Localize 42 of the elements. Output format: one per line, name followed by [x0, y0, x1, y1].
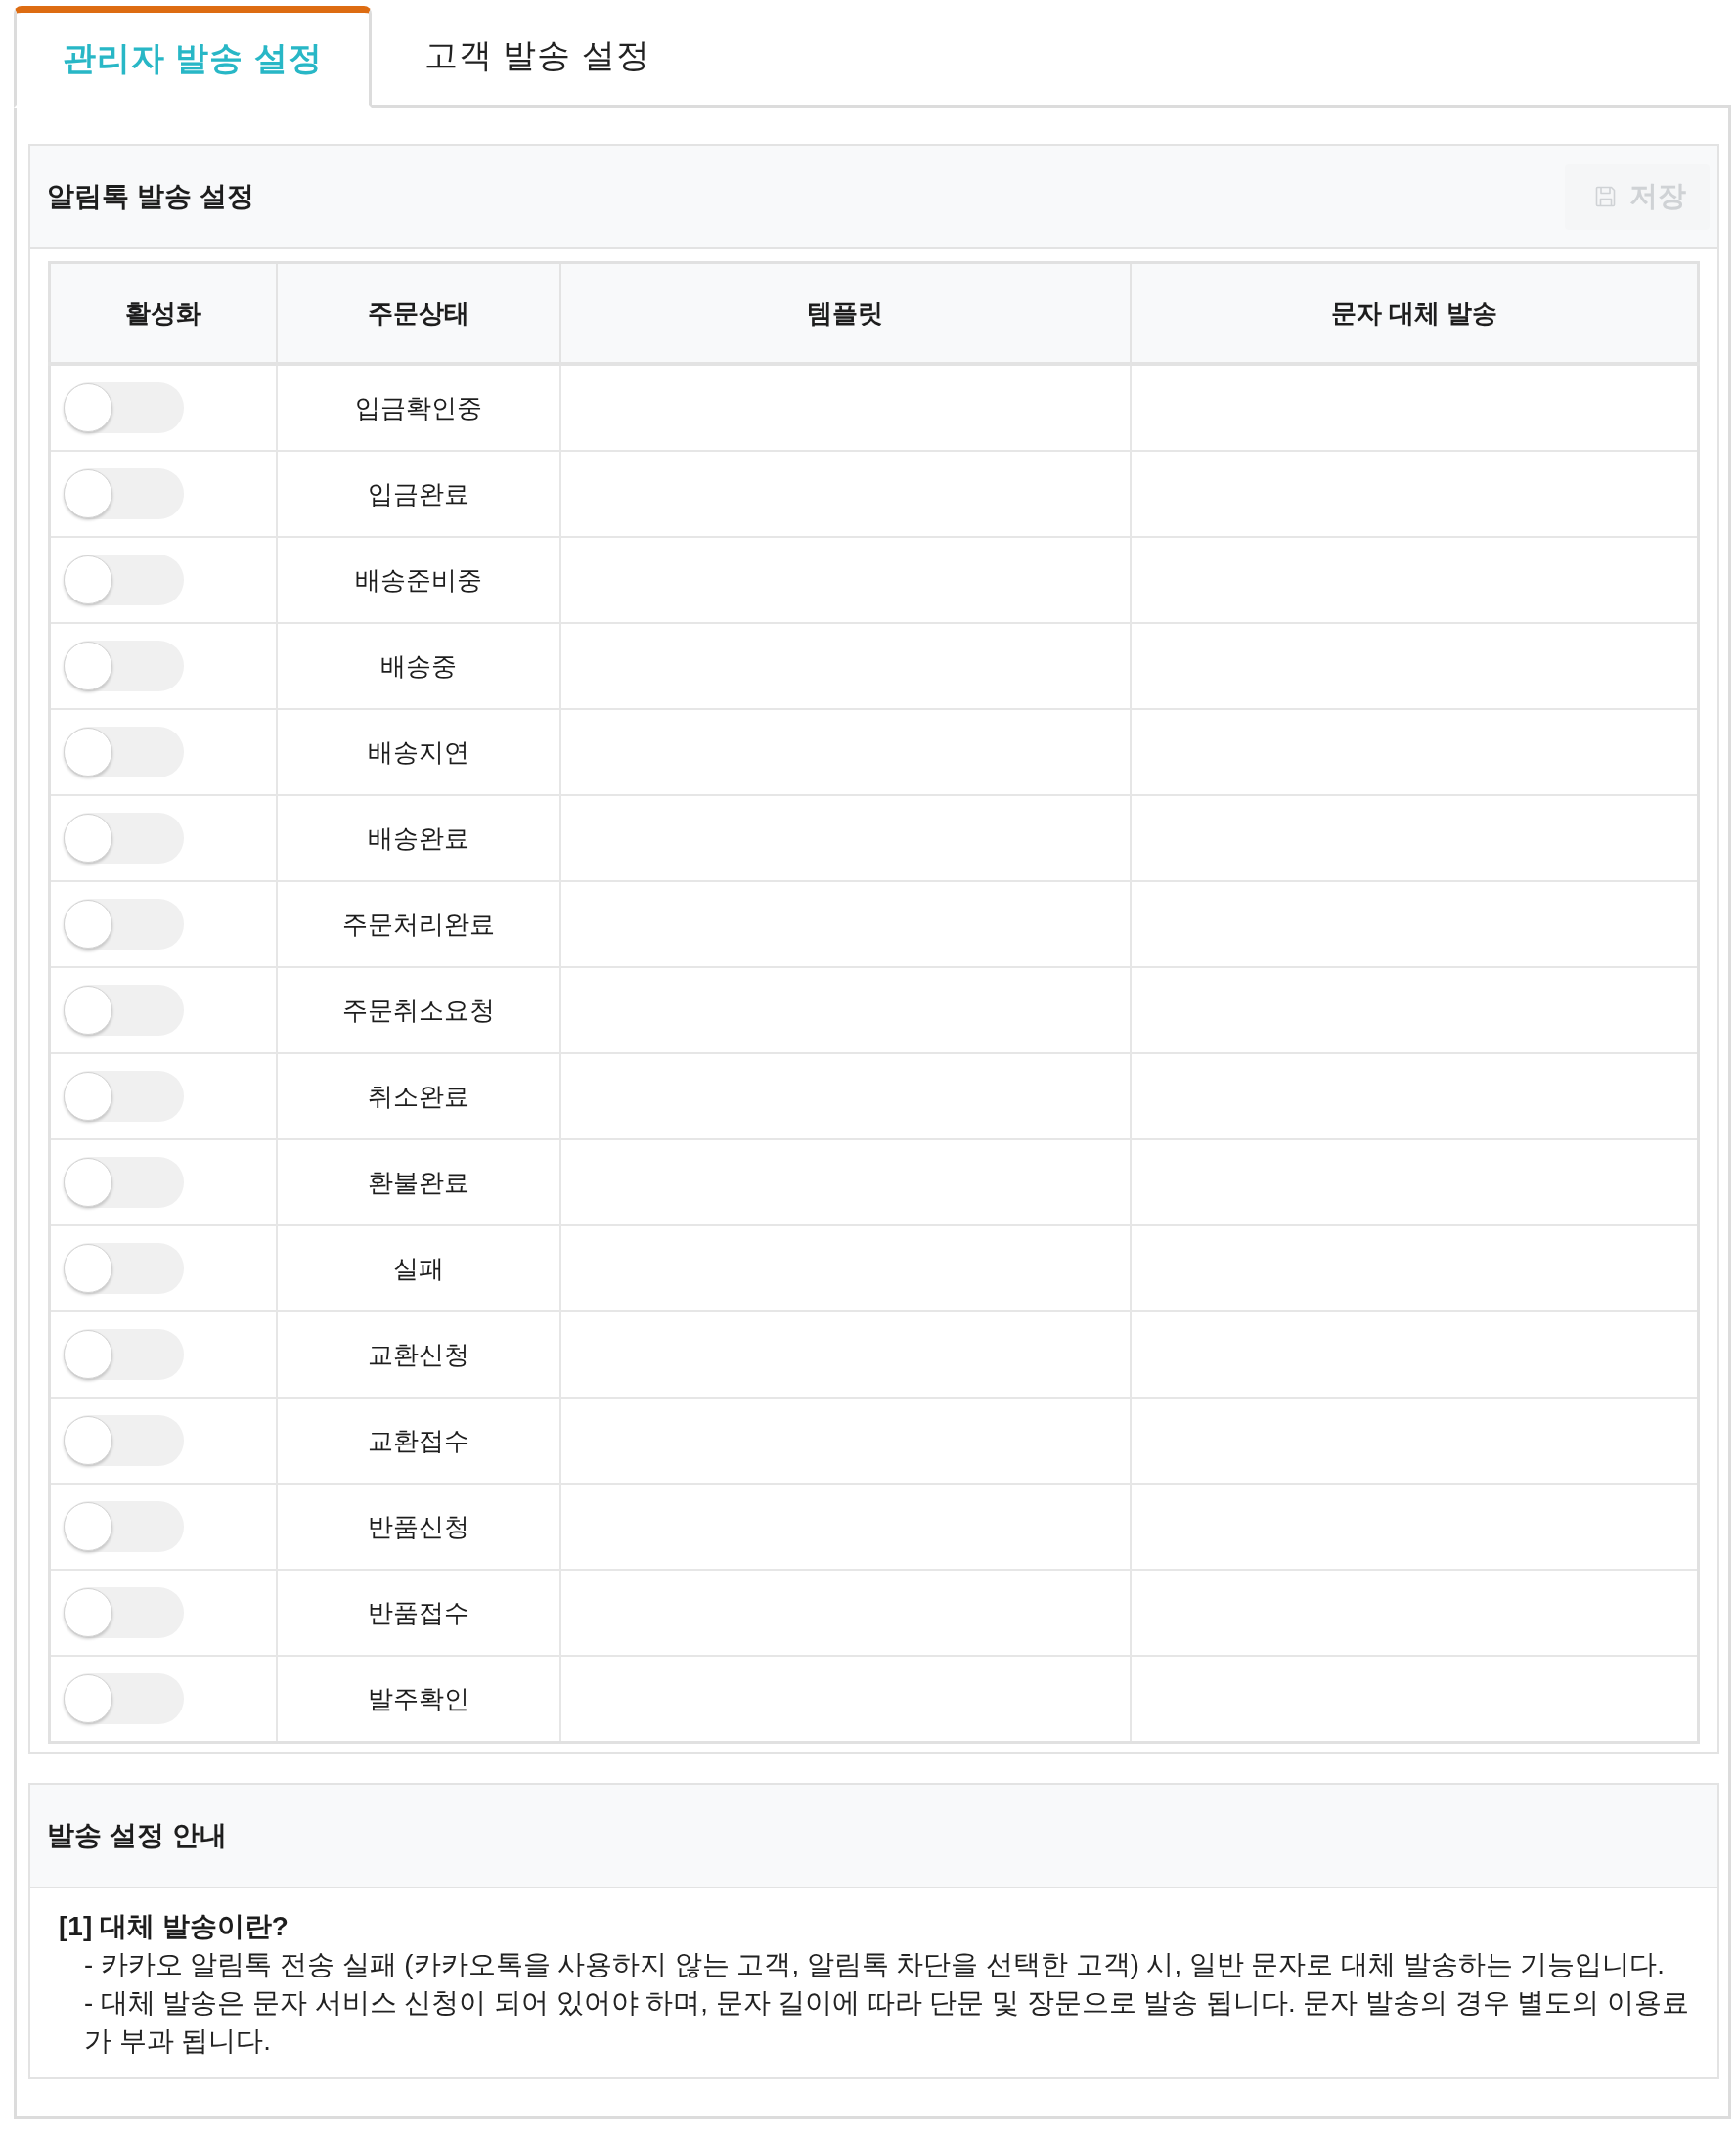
table-cell: 취소완료	[276, 1053, 561, 1139]
toggle-switch[interactable]	[64, 813, 184, 864]
table-cell: 교환신청	[276, 1311, 561, 1398]
table-cell: 입금확인중	[276, 364, 561, 451]
toggle-switch[interactable]	[64, 641, 184, 691]
toggle-switch[interactable]	[64, 727, 184, 777]
column-header: 활성화	[49, 262, 277, 364]
panel-title: 발송 설정 안내	[47, 1819, 227, 1852]
toggle-switch[interactable]	[64, 985, 184, 1036]
table-cell: 실패	[276, 1225, 561, 1311]
guide-text: - 대체 발송은 문자 서비스 신청이 되어 있어야 하며, 문자 길이에 따라 단문 및 장문으로 발송 됩니다. 문자 발송의 경우 별도의 이용료가 부과 됩니다.	[83, 1986, 1690, 2058]
table-cell: 주문취소요청	[276, 967, 561, 1053]
save-icon	[1594, 185, 1618, 208]
toggle-switch[interactable]	[64, 382, 184, 433]
table-cell: 배송완료	[276, 795, 561, 881]
column-header: 템플릿	[560, 262, 1131, 364]
table-cell: 배송준비중	[276, 537, 561, 623]
table-cell: 반품신청	[276, 1484, 561, 1570]
table-cell: 교환접수	[276, 1398, 561, 1484]
toggle-switch[interactable]	[64, 1157, 184, 1208]
toggle-switch[interactable]	[64, 1587, 184, 1638]
table-cell: 환불완료	[276, 1139, 561, 1225]
table-cell: 주문처리완료	[276, 881, 561, 967]
toggle-switch[interactable]	[64, 1501, 184, 1552]
toggle-switch[interactable]	[64, 1673, 184, 1724]
panel-title: 알림톡 발송 설정	[47, 180, 254, 213]
table-cell: 반품접수	[276, 1570, 561, 1656]
guide-heading: [1] 대체 발송이란?	[59, 1910, 289, 1943]
table-cell: 배송지연	[276, 709, 561, 795]
guide-text: - 카카오 알림톡 전송 실패 (카카오톡을 사용하지 않는 고객, 알림톡 차단을 선택한 고객) 시, 일반 문자로 대체 발송하는 기능입니다.	[83, 1948, 1666, 1981]
toggle-switch[interactable]	[64, 468, 184, 519]
table-cell: 입금완료	[276, 451, 561, 537]
toggle-switch[interactable]	[64, 555, 184, 605]
table-cell: 배송중	[276, 623, 561, 709]
toggle-switch[interactable]	[64, 899, 184, 950]
toggle-switch[interactable]	[64, 1071, 184, 1122]
tab[interactable]: 관리자 발송 설정	[14, 6, 372, 108]
toggle-switch[interactable]	[64, 1243, 184, 1294]
column-header: 주문상태	[276, 262, 561, 364]
toggle-switch[interactable]	[64, 1415, 184, 1466]
toggle-switch[interactable]	[64, 1329, 184, 1380]
column-header: 문자 대체 발송	[1130, 262, 1699, 364]
